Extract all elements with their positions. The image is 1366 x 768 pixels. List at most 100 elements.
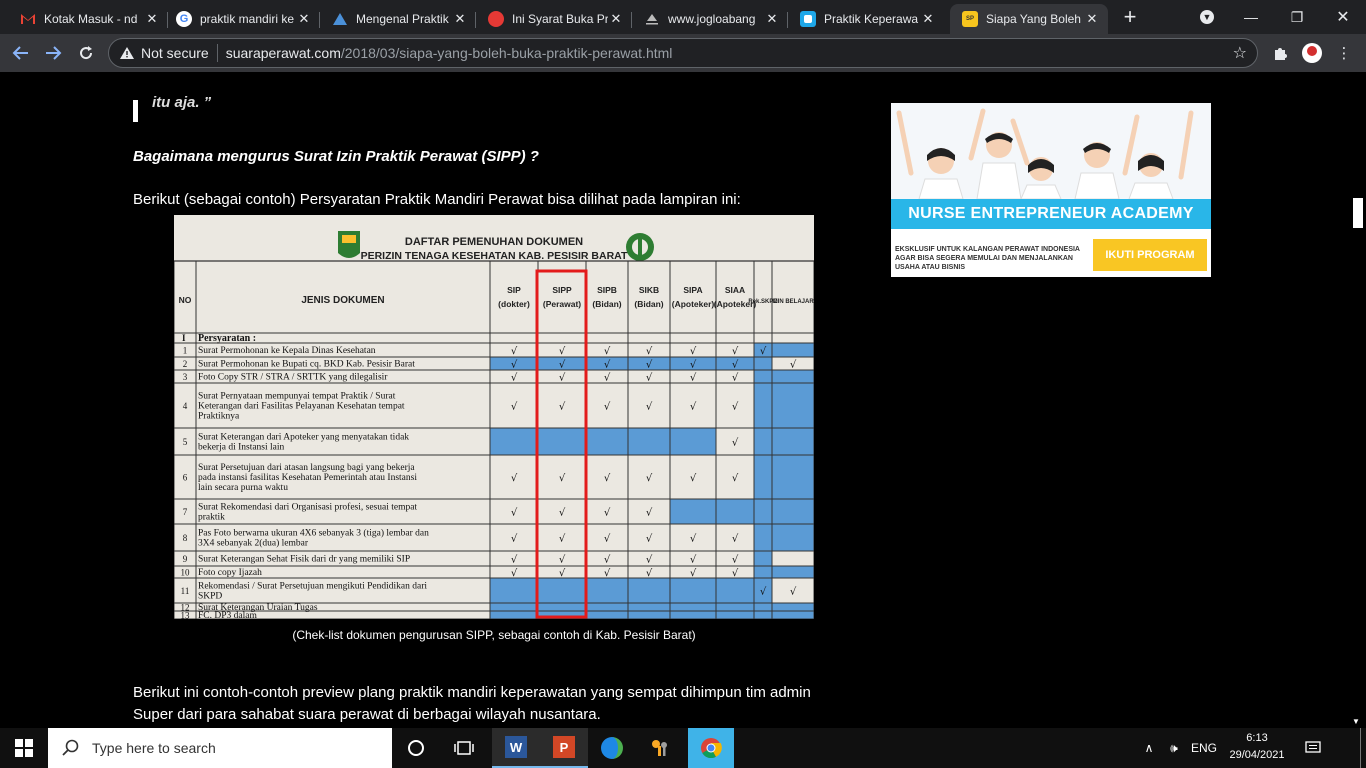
- cortana-button[interactable]: [392, 728, 440, 768]
- requirements-document-image[interactable]: DAFTAR PEMENUHAN DOKUMEN PERIZIN TENAGA …: [174, 215, 814, 619]
- close-icon[interactable]: ✕: [920, 11, 936, 27]
- taskbar-chrome[interactable]: [688, 728, 734, 768]
- shaded-cell: [628, 578, 670, 603]
- shaded-cell: [490, 578, 538, 603]
- row-number: 10: [181, 568, 191, 578]
- page-scrollbar[interactable]: ▼: [1350, 72, 1366, 728]
- google-icon: G: [176, 11, 192, 27]
- volume-icon[interactable]: 🕪: [1162, 728, 1186, 768]
- notifications-icon[interactable]: [1298, 728, 1328, 768]
- health-ministry-logo-icon: [626, 233, 654, 261]
- check-mark: √: [604, 508, 611, 519]
- row-text: Surat Keterangan Sehat Fisik dari dr yan…: [198, 555, 410, 565]
- check-mark: √: [604, 534, 611, 545]
- extensions-puzzle-icon[interactable]: [1270, 43, 1290, 63]
- minimize-button[interactable]: —: [1228, 0, 1274, 34]
- taskbar-powerpoint[interactable]: P: [540, 728, 588, 768]
- menu-kebab-icon[interactable]: ⋮: [1334, 43, 1354, 63]
- close-icon[interactable]: ✕: [452, 11, 468, 27]
- start-button[interactable]: [0, 728, 48, 768]
- check-mark: √: [559, 402, 566, 413]
- tab-mengenal-praktik[interactable]: Mengenal Praktik ✕: [320, 4, 476, 34]
- shaded-cell: [754, 499, 772, 524]
- shaded-cell: [716, 611, 754, 619]
- check-mark: √: [646, 346, 653, 357]
- nurse-academy-ad-banner[interactable]: NURSE ENTREPRENEUR ACADEMY EKSKLUSIF UNT…: [891, 103, 1211, 277]
- restore-button[interactable]: ❐: [1274, 0, 1320, 34]
- square-icon: [800, 11, 816, 27]
- shaded-cell: [490, 611, 538, 619]
- tab-siapa-yang-boleh[interactable]: SP Siapa Yang Boleh ✕: [950, 4, 1108, 34]
- check-mark: √: [511, 568, 518, 579]
- taskbar-search-box[interactable]: Type here to search: [48, 728, 392, 768]
- taskbar-clock[interactable]: 6:13 29/04/2021: [1224, 730, 1290, 764]
- taskbar-word[interactable]: W: [492, 728, 540, 768]
- document-table: DAFTAR PEMENUHAN DOKUMEN PERIZIN TENAGA …: [174, 215, 814, 619]
- bookmark-star-icon[interactable]: ☆: [1233, 43, 1247, 63]
- ad-title: NURSE ENTREPRENEUR ACADEMY: [891, 199, 1211, 229]
- cortana-icon: [408, 740, 424, 756]
- check-mark: √: [559, 346, 566, 357]
- ikuti-program-button[interactable]: IKUTI PROGRAM: [1093, 239, 1207, 271]
- tab-praktik-keperawatan[interactable]: Praktik Keperawa ✕: [788, 4, 944, 34]
- shaded-cell: [670, 611, 716, 619]
- show-desktop-button[interactable]: [1360, 728, 1366, 768]
- taskbar-edge[interactable]: [588, 728, 636, 768]
- row-number: I: [182, 333, 186, 343]
- tab-search-button[interactable]: ▼: [1184, 0, 1230, 34]
- check-mark: √: [732, 555, 739, 566]
- check-mark: √: [511, 346, 518, 357]
- forward-button[interactable]: [40, 40, 66, 66]
- close-icon[interactable]: ✕: [144, 11, 160, 27]
- tab-strip: Kotak Masuk - nd ✕ G praktik mandiri ke …: [0, 0, 1366, 34]
- task-view-button[interactable]: [440, 728, 488, 768]
- row-text: FC. DP3 dalam: [198, 611, 257, 619]
- row-text: Foto Copy STR / STRA / SRTTK yang dilega…: [198, 373, 388, 383]
- shaded-cell: [772, 383, 814, 428]
- check-mark: √: [646, 473, 653, 484]
- tab-ini-syarat[interactable]: Ini Syarat Buka Pr ✕: [476, 4, 632, 34]
- close-icon[interactable]: ✕: [1084, 11, 1100, 27]
- window-close-button[interactable]: ✕: [1320, 0, 1366, 34]
- shaded-cell: [772, 603, 814, 611]
- shaded-cell: [772, 370, 814, 383]
- shaded-cell: [670, 578, 716, 603]
- shaded-cell: [538, 578, 586, 603]
- red-circle-icon: [488, 11, 504, 27]
- warning-icon[interactable]: [119, 45, 135, 61]
- row-number: 4: [183, 401, 188, 411]
- shaded-cell: [586, 603, 628, 611]
- shaded-cell: [754, 428, 772, 455]
- tab-google-search[interactable]: G praktik mandiri ke ✕: [164, 4, 320, 34]
- check-mark: √: [559, 555, 566, 566]
- row-text: Surat Rekomendasi dari Organisasi profes…: [198, 502, 417, 513]
- close-icon[interactable]: ✕: [608, 11, 624, 27]
- language-indicator[interactable]: ENG: [1188, 728, 1220, 768]
- chrome-icon: [701, 738, 722, 759]
- new-tab-button[interactable]: +: [1118, 6, 1142, 30]
- taskbar-app[interactable]: [636, 728, 684, 768]
- close-icon[interactable]: ✕: [296, 11, 312, 27]
- row-text: Praktiknya: [198, 412, 240, 422]
- shaded-cell: [772, 566, 814, 578]
- address-bar[interactable]: Not secure suaraperawat.com/2018/03/siap…: [108, 38, 1258, 68]
- tab-jogloabang[interactable]: www.jogloabang ✕: [632, 4, 788, 34]
- scroll-down-arrow-icon[interactable]: ▼: [1352, 717, 1360, 726]
- reload-button[interactable]: [73, 40, 99, 66]
- back-button[interactable]: [8, 40, 34, 66]
- article-question: Bagaimana mengurus Surat Izin Praktik Pe…: [133, 148, 539, 165]
- close-icon[interactable]: ✕: [764, 11, 780, 27]
- sp-icon: SP: [962, 11, 978, 27]
- tray-overflow-chevron-icon[interactable]: ∧: [1138, 728, 1160, 768]
- triangle-icon: [332, 11, 348, 27]
- check-mark: √: [604, 555, 611, 566]
- shaded-cell: [772, 428, 814, 455]
- tab-gmail[interactable]: Kotak Masuk - nd ✕: [8, 4, 168, 34]
- scrollbar-thumb[interactable]: [1353, 198, 1363, 228]
- shaded-cell: [754, 357, 772, 370]
- shaded-cell: [716, 578, 754, 603]
- profile-avatar[interactable]: [1302, 43, 1322, 63]
- upload-icon: [644, 11, 660, 27]
- check-mark: √: [690, 473, 697, 484]
- web-page: itu aja. ” Bagaimana mengurus Surat Izin…: [0, 72, 1366, 728]
